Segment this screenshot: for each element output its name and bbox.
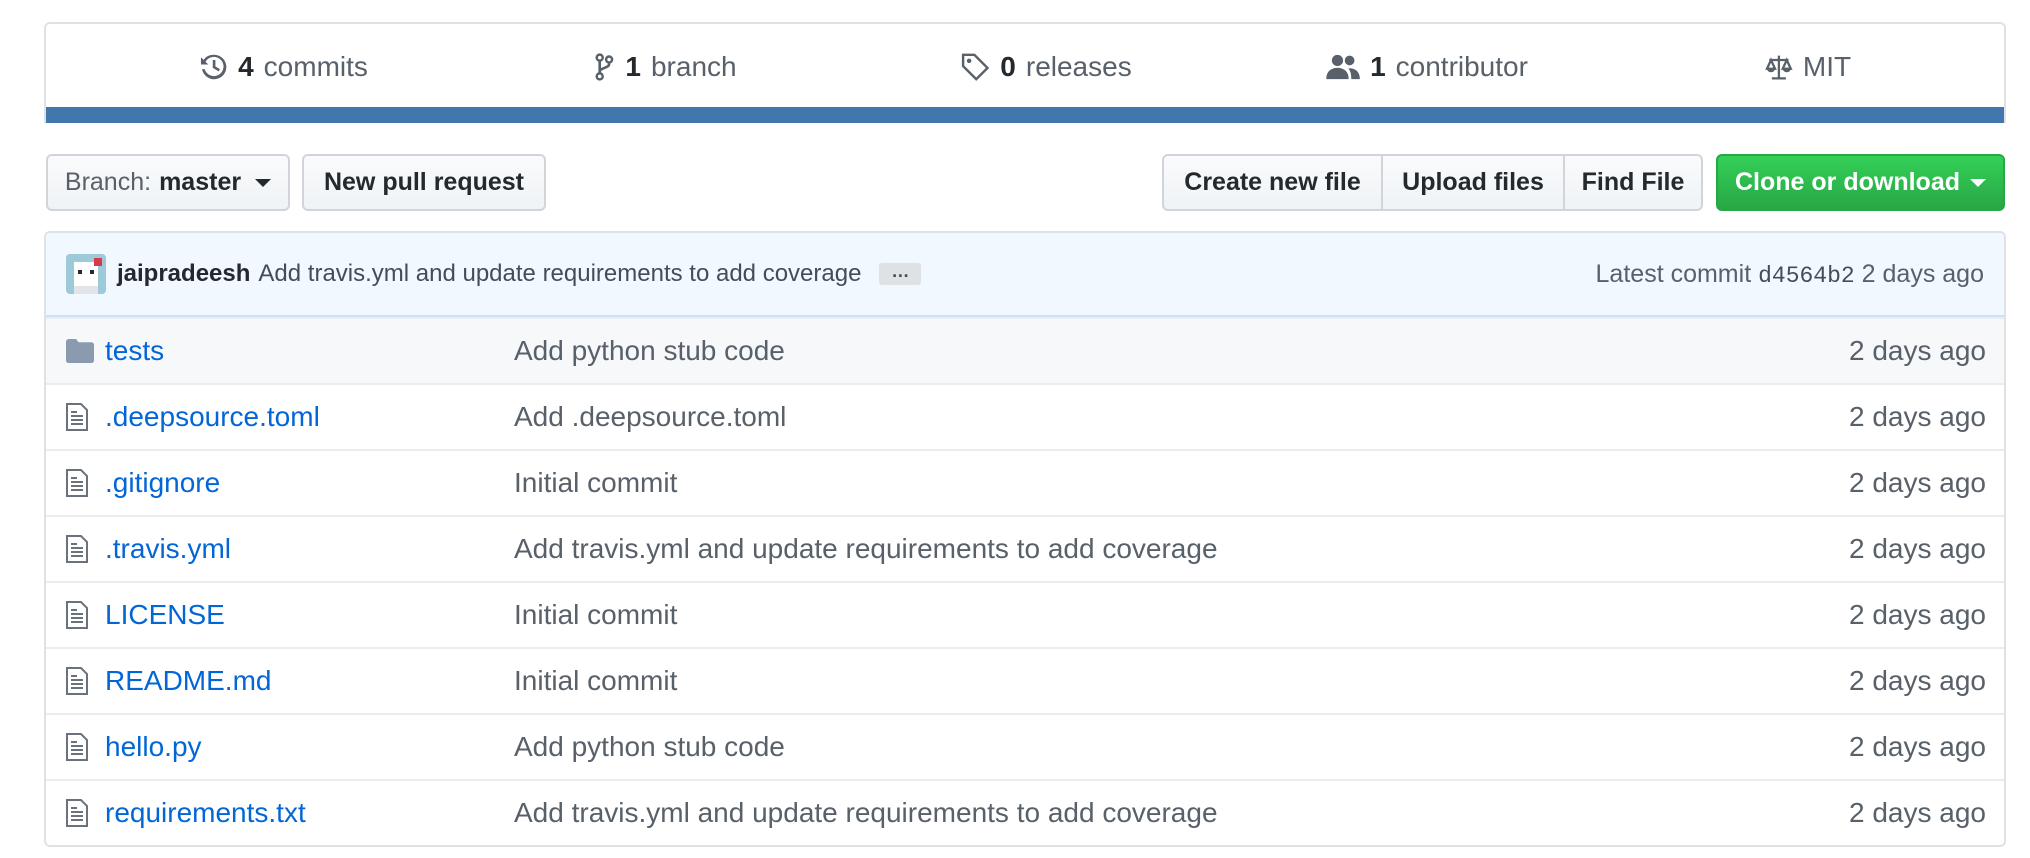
file-icon xyxy=(66,403,88,431)
commit-author-link[interactable]: jaipradeesh xyxy=(117,260,250,288)
latest-commit-info: Latest commit d4564b2 2 days ago xyxy=(1596,260,1984,289)
commit-message-link[interactable]: Add travis.yml and update requirements t… xyxy=(258,260,861,288)
clone-or-download-label: Clone or download xyxy=(1735,168,1960,196)
file-commit-message-link[interactable]: Add travis.yml and update requirements t… xyxy=(514,533,1218,565)
table-row: .deepsource.toml Add .deepsource.toml 2 … xyxy=(46,383,2004,449)
file-name-link[interactable]: README.md xyxy=(105,665,271,697)
file-age: 2 days ago xyxy=(1849,335,1986,366)
avatar[interactable] xyxy=(66,254,106,294)
releases-link[interactable]: 0 releases xyxy=(960,24,1132,109)
branches-count: 1 xyxy=(625,50,641,82)
upload-files-label: Upload files xyxy=(1402,168,1544,196)
file-icon xyxy=(66,733,88,761)
file-name-link[interactable]: .travis.yml xyxy=(105,533,231,565)
find-file-label: Find File xyxy=(1581,168,1685,196)
file-age: 2 days ago xyxy=(1849,533,1986,564)
branch-prefix: Branch: xyxy=(64,168,152,196)
create-new-file-label: Create new file xyxy=(1184,168,1361,196)
table-row: .gitignore Initial commit 2 days ago xyxy=(46,449,2004,515)
file-age: 2 days ago xyxy=(1849,731,1986,762)
upload-files-button[interactable]: Upload files xyxy=(1381,154,1565,211)
caret-down-icon xyxy=(1970,178,1986,187)
file-icon xyxy=(66,667,88,695)
file-icon xyxy=(66,469,88,497)
file-name-link[interactable]: requirements.txt xyxy=(105,797,306,829)
find-file-button[interactable]: Find File xyxy=(1563,154,1703,211)
law-icon xyxy=(1765,55,1793,80)
file-age: 2 days ago xyxy=(1849,599,1986,630)
file-icon xyxy=(66,799,88,827)
commits-link[interactable]: 4 commits xyxy=(200,24,368,109)
table-row: hello.py Add python stub code 2 days ago xyxy=(46,713,2004,779)
branch-name: master xyxy=(159,168,242,196)
contributors-link[interactable]: 1 contributor xyxy=(1326,24,1528,109)
create-new-file-button[interactable]: Create new file xyxy=(1162,154,1383,211)
file-age: 2 days ago xyxy=(1849,467,1986,498)
tag-icon xyxy=(961,53,990,81)
commits-count: 4 xyxy=(238,50,254,82)
license-link[interactable]: MIT xyxy=(1765,24,1851,109)
table-row: .travis.yml Add travis.yml and update re… xyxy=(46,515,2004,581)
file-commit-message-link[interactable]: Add python stub code xyxy=(514,335,785,367)
repo-summary-bar: 4 commits 1 branch 0 releases 1 contribu… xyxy=(44,22,2006,123)
contributors-count: 1 xyxy=(1370,50,1386,82)
latest-commit-bar: jaipradeesh Add travis.yml and update re… xyxy=(46,233,2004,317)
file-name-link[interactable]: .gitignore xyxy=(105,467,220,499)
commit-expand-button[interactable]: … xyxy=(879,262,922,285)
license-label: MIT xyxy=(1802,50,1852,82)
branches-link[interactable]: 1 branch xyxy=(593,24,737,109)
table-row: tests Add python stub code 2 days ago xyxy=(46,317,2004,383)
file-commit-message-link[interactable]: Add .deepsource.toml xyxy=(514,401,786,433)
releases-label: releases xyxy=(1025,50,1132,82)
branch-select-button[interactable]: Branch: master xyxy=(46,154,290,211)
folder-icon xyxy=(66,339,94,363)
branches-label: branch xyxy=(650,50,737,82)
file-actions-group: Create new file Upload files Find File xyxy=(1162,154,1703,211)
table-row: requirements.txt Add travis.yml and upda… xyxy=(46,779,2004,845)
file-age: 2 days ago xyxy=(1849,665,1986,696)
file-commit-message-link[interactable]: Initial commit xyxy=(514,599,677,631)
clone-or-download-button[interactable]: Clone or download xyxy=(1716,154,2005,211)
file-commit-message-link[interactable]: Add python stub code xyxy=(514,731,785,763)
language-bar[interactable] xyxy=(46,107,2004,123)
file-icon xyxy=(66,601,88,629)
commit-sha-link[interactable]: d4564b2 xyxy=(1758,263,1855,289)
contributors-label: contributor xyxy=(1395,50,1528,82)
table-row: README.md Initial commit 2 days ago xyxy=(46,647,2004,713)
file-name-link[interactable]: .deepsource.toml xyxy=(105,401,320,433)
history-icon xyxy=(200,54,227,79)
file-table: jaipradeesh Add travis.yml and update re… xyxy=(44,231,2006,847)
caret-down-icon xyxy=(255,178,272,187)
file-commit-message-link[interactable]: Add travis.yml and update requirements t… xyxy=(514,797,1218,829)
latest-commit-age: 2 days ago xyxy=(1861,259,1984,288)
file-name-link[interactable]: LICENSE xyxy=(105,599,225,631)
file-age: 2 days ago xyxy=(1849,797,1986,828)
file-commit-message-link[interactable]: Initial commit xyxy=(514,467,677,499)
people-icon xyxy=(1326,54,1360,79)
new-pull-request-label: New pull request xyxy=(323,168,525,196)
file-name-link[interactable]: hello.py xyxy=(105,731,202,763)
new-pull-request-button[interactable]: New pull request xyxy=(302,154,546,211)
latest-commit-prefix: Latest commit xyxy=(1595,259,1752,288)
git-branch-icon xyxy=(595,52,614,81)
file-name-link[interactable]: tests xyxy=(105,335,164,367)
file-icon xyxy=(66,535,88,563)
commits-label: commits xyxy=(263,50,368,82)
releases-count: 0 xyxy=(1000,50,1016,82)
table-row: LICENSE Initial commit 2 days ago xyxy=(46,581,2004,647)
file-commit-message-link[interactable]: Initial commit xyxy=(514,665,677,697)
file-age: 2 days ago xyxy=(1849,401,1986,432)
